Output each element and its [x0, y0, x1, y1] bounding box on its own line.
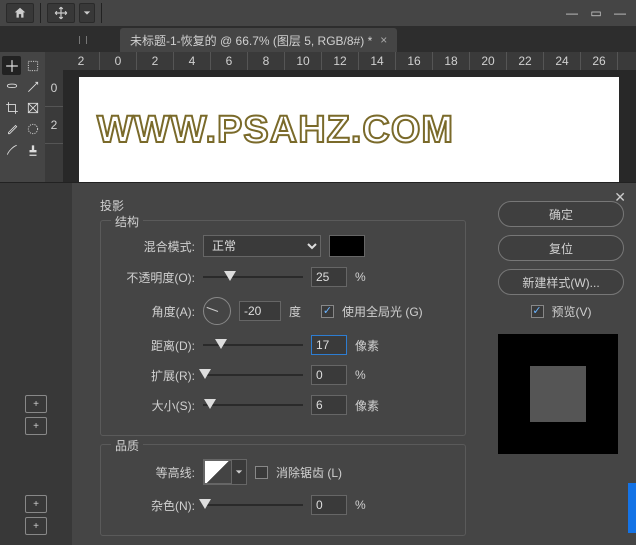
- spread-unit: %: [355, 368, 379, 382]
- noise-slider[interactable]: [203, 498, 303, 512]
- stamp-tool-icon[interactable]: [23, 140, 42, 159]
- noise-input[interactable]: [311, 495, 347, 515]
- quality-fieldset: 品质 等高线: 消除锯齿 (L) 杂色(N): %: [100, 444, 466, 536]
- cancel-button[interactable]: 复位: [498, 235, 624, 261]
- move-tool-icon[interactable]: [2, 56, 21, 75]
- dropdown-icon[interactable]: [79, 3, 95, 23]
- color-swatch[interactable]: [329, 235, 365, 257]
- window-minimize-icon[interactable]: —: [562, 6, 582, 20]
- document-tab[interactable]: 未标题-1-恢复的 @ 66.7% (图层 5, RGB/8#) * ×: [120, 28, 397, 52]
- ruler-horizontal: 202468101214161820222426: [63, 52, 636, 70]
- document-tab-title: 未标题-1-恢复的 @ 66.7% (图层 5, RGB/8#) *: [130, 32, 372, 49]
- canvas[interactable]: WWW.PSAHZ.COM: [79, 77, 619, 197]
- distance-input[interactable]: [311, 335, 347, 355]
- effect-title: 投影: [100, 197, 466, 214]
- distance-unit: 像素: [355, 337, 379, 354]
- angle-label: 角度(A):: [115, 303, 195, 320]
- panel-handle[interactable]: [45, 33, 120, 47]
- contour-picker[interactable]: [204, 460, 232, 484]
- opacity-unit: %: [355, 270, 379, 284]
- antialias-checkbox[interactable]: [255, 466, 268, 479]
- brush-tool-icon[interactable]: [2, 140, 21, 159]
- preview-checkbox[interactable]: [531, 305, 544, 318]
- frame-tool-icon[interactable]: [23, 98, 42, 117]
- move-tool-button[interactable]: [47, 3, 75, 23]
- ruler-corner: [45, 52, 63, 70]
- add-effect-icon[interactable]: +: [25, 495, 47, 513]
- quality-legend: 品质: [111, 437, 143, 454]
- antialias-label: 消除锯齿 (L): [276, 464, 342, 481]
- opacity-input[interactable]: [311, 267, 347, 287]
- crop-tool-icon[interactable]: [2, 98, 21, 117]
- spread-slider[interactable]: [203, 368, 303, 382]
- blend-mode-select[interactable]: 正常: [203, 235, 321, 257]
- ok-button[interactable]: 确定: [498, 201, 624, 227]
- structure-fieldset: 结构 混合模式: 正常 不透明度(O): % 角度(A): 度: [100, 220, 466, 436]
- noise-unit: %: [355, 498, 379, 512]
- opacity-slider[interactable]: [203, 270, 303, 284]
- chevron-down-icon[interactable]: [232, 460, 246, 484]
- spread-input[interactable]: [311, 365, 347, 385]
- preview-label: 预览(V): [552, 303, 592, 320]
- lasso-tool-icon[interactable]: [2, 77, 21, 96]
- dialog-left-panel: + + + +: [0, 183, 72, 545]
- distance-slider[interactable]: [203, 338, 303, 352]
- size-slider[interactable]: [203, 398, 303, 412]
- divider: [40, 3, 41, 23]
- scrollbar-indicator: [628, 483, 636, 533]
- wand-tool-icon[interactable]: [23, 77, 42, 96]
- effect-preview: [498, 334, 618, 454]
- canvas-text: WWW.PSAHZ.COM: [97, 109, 601, 152]
- new-style-button[interactable]: 新建样式(W)...: [498, 269, 624, 295]
- global-light-checkbox[interactable]: [321, 305, 334, 318]
- close-tab-icon[interactable]: ×: [380, 33, 387, 47]
- heal-tool-icon[interactable]: [23, 119, 42, 138]
- spread-label: 扩展(R):: [115, 367, 195, 384]
- artboard-tool-icon[interactable]: [23, 56, 42, 75]
- angle-input[interactable]: [239, 301, 281, 321]
- blend-mode-label: 混合模式:: [115, 238, 195, 255]
- size-label: 大小(S):: [115, 397, 195, 414]
- angle-dial[interactable]: [203, 297, 231, 325]
- noise-label: 杂色(N):: [115, 497, 195, 514]
- eyedropper-tool-icon[interactable]: [2, 119, 21, 138]
- structure-legend: 结构: [111, 213, 143, 230]
- divider: [101, 3, 102, 23]
- home-button[interactable]: [6, 3, 34, 23]
- layer-style-dialog: ✕ + + + + 投影 结构 混合模式: 正常 不透明度(O):: [0, 182, 636, 545]
- size-unit: 像素: [355, 397, 379, 414]
- add-effect-icon[interactable]: +: [25, 517, 47, 535]
- size-input[interactable]: [311, 395, 347, 415]
- contour-label: 等高线:: [115, 464, 195, 481]
- distance-label: 距离(D):: [115, 337, 195, 354]
- angle-unit: 度: [289, 303, 313, 320]
- add-effect-icon[interactable]: +: [25, 395, 47, 413]
- window-close-icon[interactable]: —: [610, 6, 630, 20]
- window-maximize-icon[interactable]: ▭: [586, 6, 606, 20]
- add-effect-icon[interactable]: +: [25, 417, 47, 435]
- global-light-label: 使用全局光 (G): [342, 303, 423, 320]
- opacity-label: 不透明度(O):: [115, 269, 195, 286]
